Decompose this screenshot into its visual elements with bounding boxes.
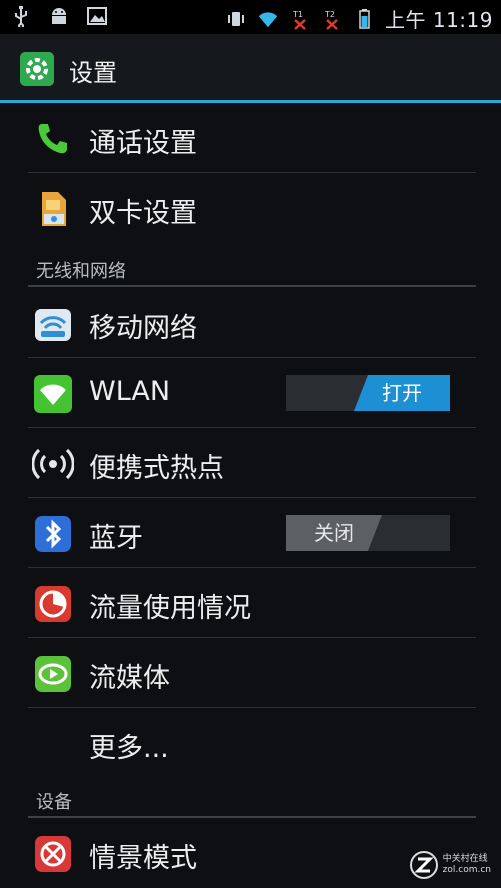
watermark: 中关村在线 zol.com.cn xyxy=(409,850,491,880)
sim-card-icon xyxy=(42,192,66,226)
list-item-bluetooth[interactable]: 蓝牙 关闭 xyxy=(0,498,501,568)
toggle-label: 关闭 xyxy=(286,515,382,551)
list-item-label: 情景模式 xyxy=(89,843,197,874)
status-bar: T1 T2 上午 11:19 xyxy=(0,0,501,34)
section-header-wireless: 无线和网络 xyxy=(36,261,126,282)
section-divider xyxy=(28,285,476,287)
usb-icon xyxy=(15,6,27,27)
mobile-network-icon xyxy=(35,309,71,341)
data-usage-icon xyxy=(35,586,71,622)
watermark-text: 中关村在线 xyxy=(442,854,488,864)
profiles-icon xyxy=(35,836,71,872)
list-item-label: WLAN xyxy=(89,376,171,407)
settings-app-icon xyxy=(20,52,54,86)
wlan-icon xyxy=(34,375,72,413)
list-item-dual-sim[interactable]: 双卡设置 xyxy=(0,173,501,243)
list-item-label: 流媒体 xyxy=(89,663,170,694)
list-item-label: 通话设置 xyxy=(89,128,197,159)
wlan-toggle[interactable]: 打开 xyxy=(286,375,450,411)
vibrate-icon xyxy=(228,11,244,26)
list-item-label: 更多... xyxy=(89,733,169,764)
battery-icon xyxy=(359,8,370,29)
list-item-label: 移动网络 xyxy=(89,313,197,344)
wifi-icon xyxy=(258,11,278,27)
list-item-more[interactable]: 更多... xyxy=(0,708,501,778)
list-item-wlan[interactable]: WLAN 打开 xyxy=(0,358,501,428)
section-header-device: 设备 xyxy=(36,792,72,813)
list-item-data-usage[interactable]: 流量使用情况 xyxy=(0,568,501,638)
bluetooth-toggle[interactable]: 关闭 xyxy=(286,515,450,551)
list-item-label: 流量使用情况 xyxy=(89,593,251,624)
svg-text:T2: T2 xyxy=(324,10,335,19)
phone-icon xyxy=(38,124,67,154)
title-bar: 设置 xyxy=(0,34,501,100)
list-item-mobile-network[interactable]: 移动网络 xyxy=(0,288,501,358)
zol-logo-icon xyxy=(409,851,438,879)
page-title: 设置 xyxy=(69,59,117,87)
list-item-label: 蓝牙 xyxy=(89,523,143,554)
bluetooth-icon xyxy=(35,516,71,552)
list-item-hotspot[interactable]: 便携式热点 xyxy=(0,428,501,498)
list-item-call-settings[interactable]: 通话设置 xyxy=(0,103,501,173)
watermark-site: zol.com.cn xyxy=(442,865,491,875)
hotspot-icon xyxy=(32,448,74,480)
sim1-no-signal-icon: T1 xyxy=(292,10,306,30)
sim2-no-signal-icon: T2 xyxy=(324,10,338,30)
image-icon xyxy=(87,7,107,25)
streaming-icon xyxy=(35,656,71,692)
list-item-label: 双卡设置 xyxy=(89,198,197,229)
list-item-label: 便携式热点 xyxy=(89,453,224,484)
android-debug-icon xyxy=(52,8,66,24)
status-time: 上午 11:19 xyxy=(385,8,493,32)
list-item-streaming[interactable]: 流媒体 xyxy=(0,638,501,708)
svg-text:T1: T1 xyxy=(292,10,303,19)
toggle-label: 打开 xyxy=(354,375,450,411)
